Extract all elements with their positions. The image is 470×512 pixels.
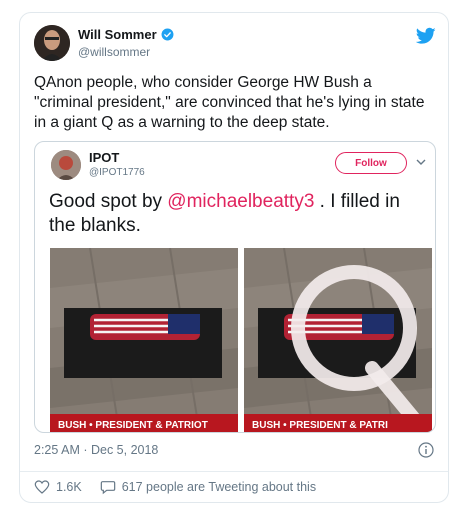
news-banner-right: BUSH • PRESIDENT & PATRI — [244, 414, 432, 432]
quoted-tweet[interactable]: IPOT @IPOT1776 Follow Good spot by @mich… — [34, 141, 436, 433]
quoted-media[interactable]: BUSH • PRESIDENT & PATRIOT BUSH • PRESID… — [50, 248, 432, 432]
media-image-left[interactable]: BUSH • PRESIDENT & PATRIOT — [50, 248, 238, 432]
quoted-author-avatar[interactable] — [51, 150, 81, 180]
tweet-timestamp[interactable]: 2:25 AM · Dec 5, 2018 — [34, 443, 158, 457]
info-icon[interactable] — [418, 442, 434, 458]
speech-bubble-icon — [100, 481, 115, 495]
media-image-right[interactable]: BUSH • PRESIDENT & PATRI — [244, 248, 432, 432]
conversation-link[interactable]: 617 people are Tweeting about this — [100, 479, 316, 495]
author-name[interactable]: Will Sommer — [78, 27, 157, 42]
quoted-text-before: Good spot by — [49, 191, 168, 212]
verified-badge-icon — [161, 28, 174, 41]
heart-icon — [34, 480, 50, 494]
author-handle[interactable]: @willsommer — [78, 45, 150, 59]
twitter-bird-icon[interactable] — [416, 27, 436, 45]
quoted-author-handle[interactable]: @IPOT1776 — [89, 167, 145, 178]
news-banner-left: BUSH • PRESIDENT & PATRIOT — [50, 414, 238, 432]
like-button[interactable]: 1.6K — [34, 479, 82, 495]
divider — [20, 471, 448, 472]
tweeting-about-text: 617 people are Tweeting about this — [121, 480, 317, 494]
follow-button[interactable]: Follow — [335, 152, 407, 174]
chevron-down-icon[interactable] — [415, 156, 427, 168]
tweet-text: QAnon people, who consider George HW Bus… — [34, 74, 425, 131]
quoted-author-name[interactable]: IPOT — [89, 150, 119, 165]
quoted-tweet-text: Good spot by @michaelbeatty3 . I filled … — [49, 190, 429, 238]
author-avatar[interactable] — [34, 25, 70, 61]
tweet-card: Will Sommer @willsommer QAnon people, wh… — [19, 12, 449, 503]
mention-link[interactable]: @michaelbeatty3 — [167, 191, 314, 212]
like-count: 1.6K — [56, 480, 82, 494]
